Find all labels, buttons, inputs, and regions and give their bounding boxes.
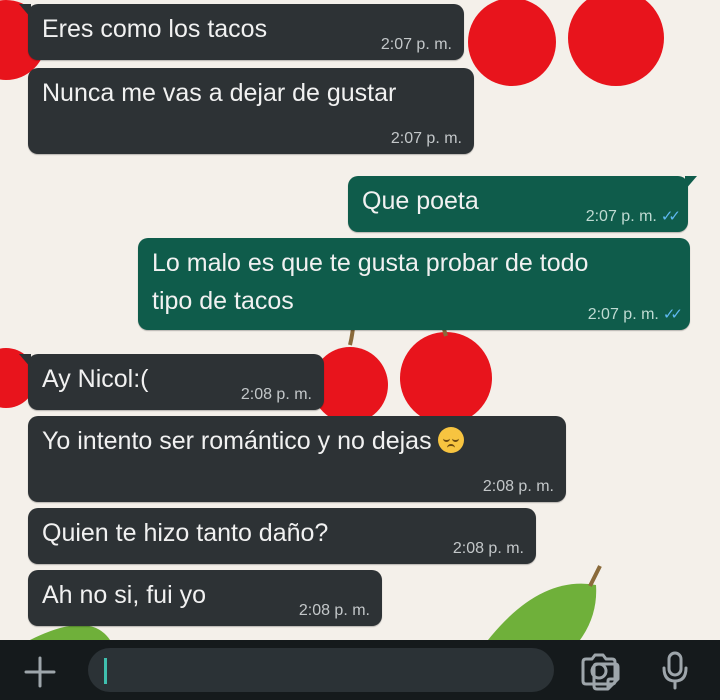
incoming-message[interactable]: Yo intento ser romántico y no dejas 2:08… — [28, 416, 566, 502]
read-receipt-icon: ✓✓ — [662, 306, 683, 323]
message-text: Quien te hizo tanto daño? — [42, 519, 329, 547]
outgoing-message[interactable]: Lo malo es que te gusta probar de todo t… — [138, 238, 690, 330]
camera-icon[interactable] — [578, 651, 620, 689]
message-time: 2:07 p. m. — [390, 130, 462, 147]
message-time: 2:08 p. m. — [482, 478, 554, 495]
message-input-bar — [0, 640, 720, 700]
bubble-tail — [19, 4, 31, 18]
text-cursor — [104, 658, 107, 684]
message-text: Que poeta — [362, 187, 479, 215]
message-time: 2:08 p. m. — [240, 386, 312, 403]
message-text: Nunca me vas a dejar de gustar — [42, 79, 397, 107]
message-text: Eres como los tacos — [42, 15, 268, 43]
message-text-line: Lo malo es que te gusta probar de todo — [152, 249, 589, 277]
compose-field[interactable] — [88, 648, 620, 692]
bubble-tail — [685, 176, 697, 190]
message-text: Ah no si, fui yo — [42, 581, 206, 609]
message-input[interactable] — [102, 654, 486, 688]
pensive-face-emoji-icon — [437, 427, 464, 453]
outgoing-message[interactable]: Que poeta 2:07 p. m. ✓✓ — [348, 176, 697, 232]
incoming-message[interactable]: Nunca me vas a dejar de gustar 2:07 p. m… — [28, 68, 474, 154]
message-text: Ay Nicol:( — [42, 365, 149, 393]
microphone-icon[interactable] — [660, 650, 690, 690]
message-time: 2:08 p. m. — [298, 602, 370, 619]
bubble-tail — [19, 354, 31, 368]
plus-icon[interactable] — [20, 652, 60, 692]
incoming-message[interactable]: Ay Nicol:( 2:08 p. m. — [19, 354, 324, 410]
message-status: 2:07 p. m. ✓✓ — [587, 306, 683, 324]
incoming-message[interactable]: Eres como los tacos 2:07 p. m. — [19, 4, 464, 60]
incoming-message[interactable]: Ah no si, fui yo 2:08 p. m. — [28, 570, 382, 626]
message-time: 2:07 p. m. — [585, 208, 657, 225]
message-status: 2:07 p. m. ✓✓ — [585, 208, 681, 226]
message-time: 2:07 p. m. — [380, 36, 452, 53]
read-receipt-icon: ✓✓ — [660, 208, 681, 225]
message-text: Yo intento ser romántico y no dejas — [42, 427, 432, 455]
message-time: 2:08 p. m. — [452, 540, 524, 557]
incoming-message[interactable]: Quien te hizo tanto daño? 2:08 p. m. — [28, 508, 536, 564]
message-time: 2:07 p. m. — [587, 306, 659, 323]
